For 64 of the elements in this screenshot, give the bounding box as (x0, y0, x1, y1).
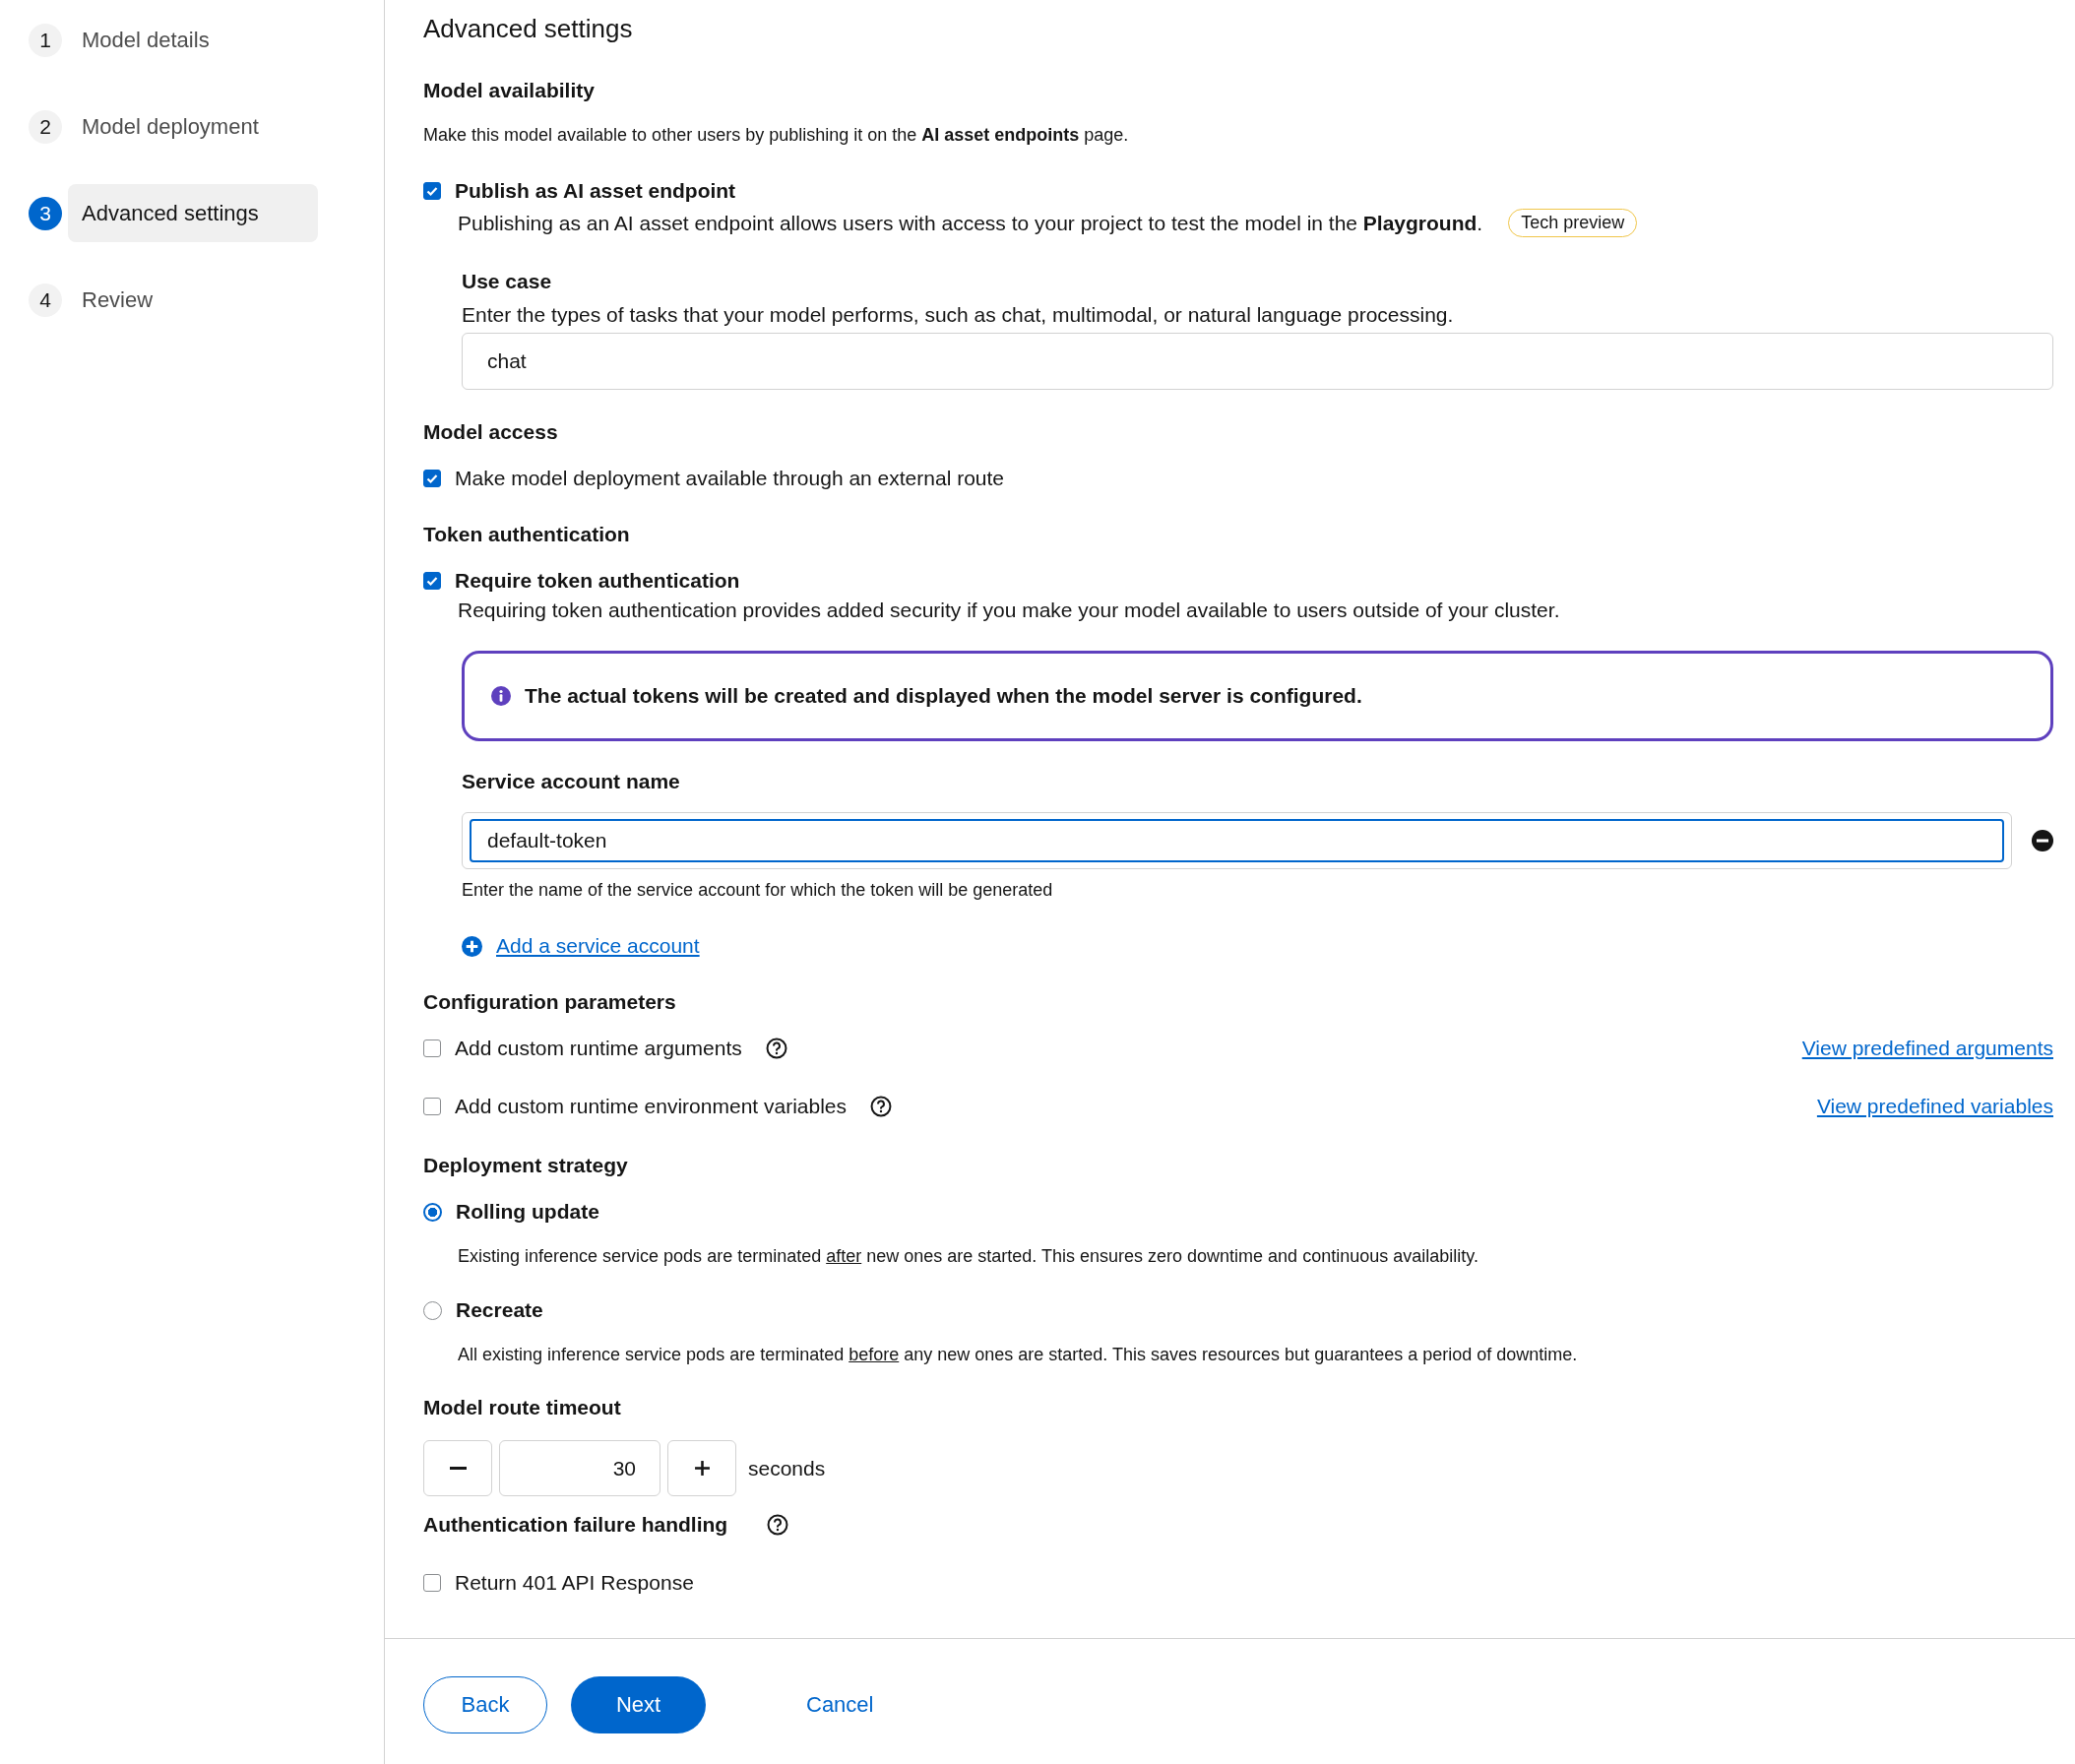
minus-icon (449, 1467, 467, 1470)
checkbox[interactable] (423, 182, 441, 200)
checkbox-label: Require token authentication (455, 569, 740, 593)
section-heading: Model route timeout (423, 1396, 622, 1419)
timeout-field[interactable]: 30 (499, 1440, 660, 1496)
wizard-step[interactable]: 1 Model details (29, 11, 347, 69)
section-heading: Deployment strategy (423, 1154, 629, 1177)
radio-description: Existing inference service pods are terminated after new ones are started. This ensures zero downtime and continuous availability. (458, 1246, 1479, 1267)
radio-label: Rolling update (456, 1200, 599, 1224)
step-label: Review (81, 285, 155, 314)
step-label: Model details (81, 26, 211, 54)
helper-text: Enter the name of the service account for which the token will be generated (462, 880, 1054, 901)
wizard-step[interactable]: 4 Review (29, 271, 347, 329)
checkbox[interactable] (423, 470, 441, 487)
checkbox[interactable] (423, 1098, 441, 1115)
field-label: Service account name (462, 770, 681, 793)
checkbox[interactable] (423, 1040, 441, 1057)
cancel-button[interactable]: Cancel (771, 1676, 910, 1733)
step-number: 1 (29, 23, 62, 57)
next-button[interactable]: Next (571, 1676, 706, 1733)
checkbox-label: Add custom runtime environment variables (455, 1095, 847, 1118)
predefined-link[interactable]: View predefined variables (1816, 1095, 2053, 1118)
field-description: Enter the types of tasks that your model performs, such as chat, multimodal, or natural language processing. (462, 303, 1455, 327)
field-label: Use case (462, 270, 553, 293)
checkbox-label: Add custom runtime arguments (455, 1037, 742, 1060)
checkbox-description: Publishing as an AI asset endpoint allows users with access to your project to test the model in the Playground. (458, 211, 1483, 235)
checkbox-label: Return 401 API Response (455, 1571, 694, 1595)
help-icon[interactable] (767, 1514, 789, 1536)
section-heading: Token authentication (423, 523, 631, 546)
back-button[interactable]: Back (423, 1676, 547, 1733)
section-heading: Model access (423, 420, 559, 444)
checkbox-label: Publish as AI asset endpoint (455, 179, 736, 203)
alert-text: The actual tokens will be created and displayed when the model server is configured. (525, 684, 1362, 708)
step-number: 3 (29, 196, 62, 230)
step-number: 4 (29, 283, 62, 317)
radio-label: Recreate (456, 1298, 543, 1322)
use-case-field[interactable]: chat (462, 333, 2053, 390)
add-circle-icon[interactable] (462, 935, 482, 957)
wizard-step[interactable]: 3 Advanced settings (29, 184, 347, 242)
section-description: Make this model available to other users by publishing it on the AI asset endpoints page. (423, 125, 1130, 146)
section-heading: Model availability (423, 79, 596, 102)
page-title: Advanced settings (423, 14, 634, 44)
help-icon[interactable] (870, 1096, 892, 1117)
service-account-field[interactable]: default-token (462, 812, 2012, 869)
step-number: 2 (29, 109, 62, 144)
predefined-link[interactable]: View predefined arguments (1801, 1037, 2053, 1060)
radio-button[interactable] (423, 1202, 442, 1222)
step-label: Model deployment (81, 112, 260, 141)
checkbox[interactable] (423, 1574, 441, 1592)
checkbox[interactable] (423, 572, 441, 590)
add-service-account-link[interactable]: Add a service account (496, 934, 700, 958)
section-heading: Authentication failure handling (423, 1513, 728, 1537)
remove-icon[interactable] (2032, 830, 2053, 851)
checkbox-label: Make model deployment available through an external route (455, 467, 1004, 490)
radio-description: All existing inference service pods are terminated before any new ones are started. This saves resources but guarantees a period of downtime. (458, 1345, 1579, 1365)
increment-button[interactable] (667, 1440, 736, 1496)
section-heading: Configuration parameters (423, 990, 677, 1014)
checkbox-description: Requiring token authentication provides added security if you make your model available to users outside of your cluster. (458, 598, 1561, 622)
info-icon (491, 686, 511, 706)
step-label: Advanced settings (68, 184, 318, 242)
unit-label: seconds (748, 1456, 826, 1480)
wizard-step[interactable]: 2 Model deployment (29, 97, 347, 156)
plus-icon (693, 1460, 711, 1477)
help-icon[interactable] (765, 1038, 787, 1059)
